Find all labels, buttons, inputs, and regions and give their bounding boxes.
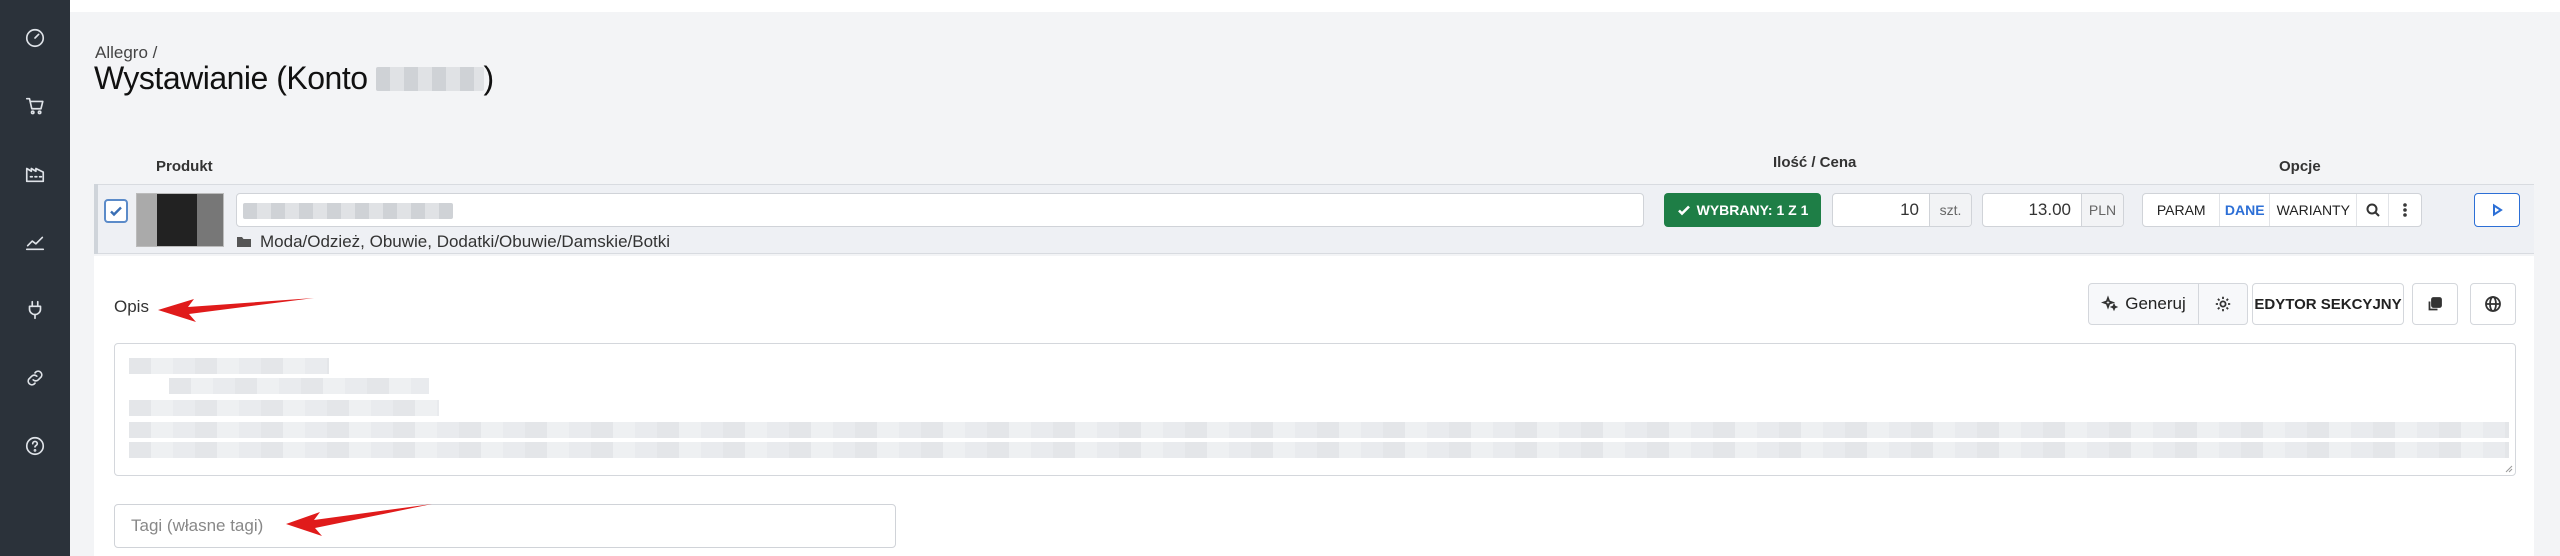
- column-header-product: Produkt: [156, 158, 213, 175]
- generate-tool-group: Generuj: [2088, 283, 2248, 325]
- search-button[interactable]: [2357, 194, 2390, 226]
- copy-button[interactable]: [2412, 283, 2458, 325]
- more-vertical-icon: [2403, 203, 2407, 217]
- top-strip: [70, 0, 2560, 12]
- options-group: PARAM DANE WARIANTY: [2142, 193, 2422, 227]
- check-icon: [110, 206, 122, 217]
- quantity-value[interactable]: 10: [1833, 194, 1929, 226]
- sparkle-icon: [2101, 295, 2119, 312]
- check-icon: [1677, 205, 1690, 216]
- dashboard-icon[interactable]: [0, 18, 70, 58]
- translate-button[interactable]: [2470, 283, 2516, 325]
- help-icon[interactable]: [0, 426, 70, 466]
- tags-input[interactable]: [114, 504, 896, 548]
- more-options-button[interactable]: [2389, 194, 2421, 226]
- link-icon[interactable]: [0, 358, 70, 398]
- plug-icon[interactable]: [0, 290, 70, 330]
- redacted-account-name: [375, 66, 484, 91]
- page-title-end: ): [483, 60, 495, 96]
- page-title-text: Wystawianie (Konto: [94, 60, 368, 96]
- copy-icon: [2428, 297, 2442, 311]
- globe-icon: [2485, 296, 2501, 312]
- sidebar: [0, 0, 70, 556]
- redacted-text: [129, 358, 329, 374]
- resize-handle-icon[interactable]: [2503, 463, 2513, 473]
- column-header-options: Opcje: [2279, 158, 2321, 175]
- redacted-text: [169, 378, 429, 394]
- search-icon: [2366, 203, 2380, 217]
- generate-label: Generuj: [2125, 294, 2186, 313]
- selected-variant-label: WYBRANY: 1 Z 1: [1696, 202, 1809, 218]
- folder-icon: [237, 237, 251, 247]
- category-path: Moda/Odzież, Obuwie, Dodatki/Obuwie/Dams…: [260, 232, 671, 251]
- warehouse-icon[interactable]: [0, 154, 70, 194]
- product-category[interactable]: Moda/Odzież, Obuwie, Dodatki/Obuwie/Dams…: [236, 232, 670, 252]
- selected-variant-button[interactable]: WYBRANY: 1 Z 1: [1664, 193, 1821, 227]
- quantity-field[interactable]: 10 szt.: [1832, 193, 1972, 227]
- generate-settings-button[interactable]: [2199, 284, 2247, 324]
- generate-button[interactable]: Generuj: [2089, 284, 2199, 324]
- row-checkbox[interactable]: [104, 199, 128, 223]
- price-currency: PLN: [2081, 194, 2123, 226]
- product-thumbnail[interactable]: [136, 193, 224, 247]
- publish-button[interactable]: [2474, 193, 2520, 227]
- annotation-arrow-tags: [286, 504, 432, 536]
- row-accent: [94, 184, 98, 254]
- redacted-product-name: [243, 203, 453, 219]
- quantity-unit: szt.: [1929, 194, 1971, 226]
- description-textarea[interactable]: [114, 343, 2516, 476]
- param-button[interactable]: PARAM: [2143, 194, 2221, 226]
- annotation-arrow-description: [158, 298, 314, 322]
- redacted-text: [129, 422, 2509, 438]
- column-header-qty-price: Ilość / Cena: [1773, 154, 1857, 171]
- price-field[interactable]: 13.00 PLN: [1982, 193, 2124, 227]
- page-title: Wystawianie (Konto ): [94, 60, 494, 97]
- product-name-input[interactable]: [236, 193, 1644, 227]
- redacted-text: [129, 400, 439, 416]
- description-label: Opis: [114, 297, 149, 316]
- play-icon: [2493, 203, 2503, 217]
- cart-icon[interactable]: [0, 86, 70, 126]
- price-value[interactable]: 13.00: [1983, 194, 2081, 226]
- section-editor-button[interactable]: EDYTOR SEKCYJNY: [2252, 283, 2404, 325]
- dane-button[interactable]: DANE: [2220, 194, 2271, 226]
- gear-icon: [2215, 296, 2231, 312]
- redacted-text: [129, 442, 2509, 458]
- warianty-button[interactable]: WARIANTY: [2270, 194, 2358, 226]
- chart-icon[interactable]: [0, 222, 70, 262]
